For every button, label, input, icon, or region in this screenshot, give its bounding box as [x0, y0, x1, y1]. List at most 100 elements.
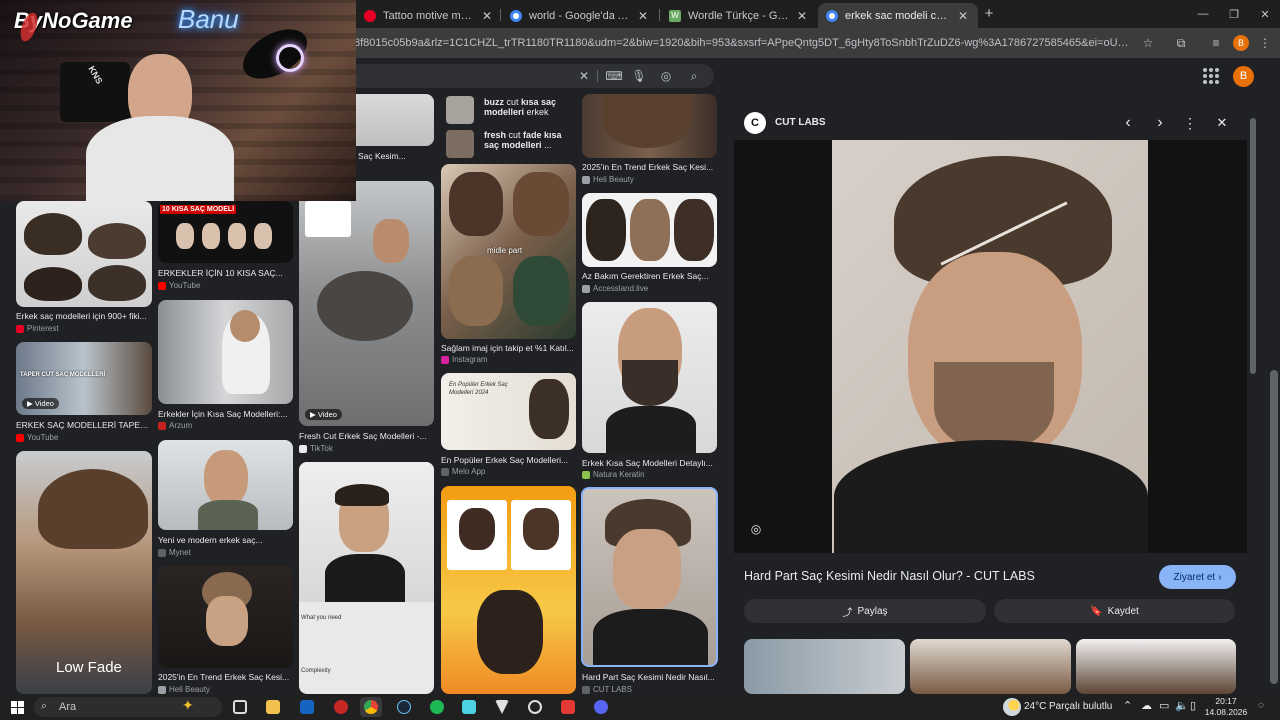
result-source[interactable]: Pinterest	[16, 324, 59, 333]
result-image-card[interactable]: midle part	[441, 164, 576, 339]
restore-icon[interactable]: ❐	[1219, 4, 1249, 24]
result-image-card[interactable]: En Popüler Erkek Saç Modelleri 2024	[441, 373, 576, 450]
search-box[interactable]: ✕ ⌨ 🎙 ◎ ⌕	[354, 64, 714, 88]
preview-image[interactable]: ◎	[734, 140, 1247, 553]
tab-search-icon[interactable]: ≡	[1205, 32, 1227, 54]
notification-icon[interactable]: ◌	[1258, 700, 1270, 712]
result-source[interactable]: Melo App	[441, 467, 485, 476]
result-image-card[interactable]	[16, 201, 152, 307]
tab-wordle[interactable]: W Wordle Türkçe - Günlük Kelime ✕	[661, 3, 817, 28]
volume-icon[interactable]: 🔈	[1175, 699, 1189, 712]
obs-icon[interactable]	[524, 697, 546, 717]
cloud-icon[interactable]: ☁	[1141, 699, 1152, 712]
weather-icon[interactable]	[1003, 698, 1021, 716]
panel-scrollbar[interactable]	[1250, 104, 1256, 684]
result-title[interactable]: En Popüler Erkek Saç Modelleri...	[441, 455, 576, 465]
related-image[interactable]	[744, 639, 905, 694]
microphone-icon[interactable]: 🎙	[631, 68, 647, 84]
menu-kebab-icon[interactable]: ⋮	[1254, 32, 1276, 54]
file-explorer-icon[interactable]	[262, 697, 284, 717]
result-source[interactable]: Mynet	[158, 548, 191, 557]
tab-erkek-sac[interactable]: erkek sac modeli cut - Google'da ✕	[818, 3, 978, 28]
more-options-icon[interactable]: ⋮	[1180, 112, 1200, 134]
result-source[interactable]: Natura Keratin	[582, 470, 645, 479]
result-image-card[interactable]	[158, 566, 293, 668]
chrome-icon[interactable]	[360, 697, 382, 717]
bookmark-star-icon[interactable]: ☆	[1137, 32, 1159, 54]
lens-search-icon[interactable]: ◎	[748, 522, 764, 538]
result-title[interactable]: Erkek Kısa Saç Modelleri Detaylı...	[582, 458, 717, 468]
tab-pinterest[interactable]: Tattoo motive männer panosundaki ✕	[356, 3, 502, 28]
result-title[interactable]: Yeni ve modern erkek saç...	[158, 535, 293, 545]
panel-title[interactable]: Hard Part Saç Kesimi Nedir Nasıl Olur? -…	[744, 569, 1144, 583]
result-source[interactable]: YouTube	[158, 281, 200, 290]
opera-icon[interactable]	[330, 697, 352, 717]
result-source[interactable]: YouTube	[16, 433, 58, 442]
result-image-card[interactable]: What you need Complexity	[299, 462, 434, 694]
result-image-card[interactable]: TAPER CUT SAÇ MODELLERİ ▶ Video	[16, 342, 152, 415]
result-image-card[interactable]: 10 KISA SAÇ MODELİ	[158, 201, 293, 263]
clear-search-icon[interactable]: ✕	[576, 68, 592, 84]
related-search-fresh[interactable]: fresh cut fade kısa saç modelleri ...	[484, 130, 576, 150]
result-source[interactable]: Heli Beauty	[582, 175, 634, 184]
google-account-avatar[interactable]: B	[1233, 66, 1254, 87]
address-bar[interactable]: 8f8015c05b9a&rlz=1C1CHZL_trTR1180TR1180&…	[354, 31, 1132, 55]
network-icon[interactable]: ▭	[1159, 699, 1169, 712]
new-tab-icon[interactable]: +	[982, 5, 996, 23]
recorder-icon[interactable]	[557, 697, 579, 717]
result-title[interactable]: Saç Kesim...	[358, 151, 434, 161]
result-image-card[interactable]	[582, 94, 717, 158]
result-title[interactable]: Erkek saç modelleri için 900+ fiki...	[16, 311, 152, 321]
outlook-icon[interactable]	[296, 697, 318, 717]
related-image[interactable]	[1076, 639, 1236, 694]
share-button[interactable]: ⤴ Paylaş	[744, 599, 986, 623]
extensions-icon[interactable]: ⧉	[1170, 32, 1192, 54]
close-tab-icon[interactable]: ✕	[956, 9, 970, 23]
save-button[interactable]: 🔖 Kaydet	[994, 599, 1235, 623]
result-title[interactable]: Fresh Cut Erkek Saç Modelleri -...	[299, 431, 434, 441]
related-image[interactable]	[910, 639, 1071, 694]
panel-site-name[interactable]: CUT LABS	[775, 117, 826, 128]
result-source[interactable]: CUT LABS	[582, 685, 632, 694]
result-image-card[interactable]	[441, 486, 576, 694]
weather-temp[interactable]: 24°C	[1024, 701, 1046, 712]
search-icon[interactable]: ⌕	[686, 68, 702, 84]
close-panel-icon[interactable]: ✕	[1212, 112, 1232, 134]
chevron-left-icon[interactable]: ‹	[1118, 112, 1138, 134]
tray-chevron-icon[interactable]: ⌃	[1123, 699, 1132, 712]
result-image-card[interactable]	[158, 300, 293, 404]
result-image-card[interactable]: Low Fade	[16, 451, 152, 694]
result-image-card[interactable]: ▶ Video	[299, 181, 434, 426]
visit-button[interactable]: Ziyaret et ›	[1159, 565, 1236, 589]
result-title[interactable]: Sağlam imaj için takip et %1 Katıl...	[441, 343, 576, 353]
result-source[interactable]: TikTok	[299, 444, 333, 453]
related-search-buzz[interactable]: buzz cut kısa saç modelleri erkek	[484, 97, 576, 117]
result-source[interactable]: Instagram	[441, 355, 488, 364]
result-image-card-selected[interactable]	[581, 487, 718, 667]
result-title[interactable]: 2025'in En Trend Erkek Saç Kesi...	[582, 162, 717, 172]
taskbar-search-box[interactable]: ⌕ Ara ✦	[34, 697, 222, 717]
taskbar-time[interactable]: 20:17	[1204, 696, 1248, 706]
result-title[interactable]: Hard Part Saç Kesimi Nedir Nasıl...	[582, 672, 717, 682]
close-window-icon[interactable]: ✕	[1250, 4, 1280, 24]
lens-icon[interactable]: ◎	[658, 68, 674, 84]
chevron-right-icon[interactable]: ›	[1150, 112, 1170, 134]
result-image-card[interactable]	[582, 193, 717, 267]
result-title[interactable]: Erkekler İçin Kısa Saç Modelleri:...	[158, 409, 293, 419]
profile-avatar[interactable]: B	[1233, 35, 1249, 51]
keyboard-icon[interactable]: ⌨	[605, 68, 622, 84]
spotify-icon[interactable]	[426, 697, 448, 717]
result-source[interactable]: Accessland.live	[582, 284, 648, 293]
task-view-icon[interactable]	[229, 697, 251, 717]
result-source[interactable]: Arzum	[158, 421, 192, 430]
discord-icon[interactable]	[590, 697, 612, 717]
result-source[interactable]: Heli Beauty	[158, 685, 210, 694]
weather-desc[interactable]: Parçalı bulutlu	[1049, 701, 1112, 712]
tab-world-search[interactable]: world - Google'da Ara ✕	[502, 3, 658, 28]
taskbar-date[interactable]: 14.08.2026	[1204, 707, 1248, 717]
windows-start-icon[interactable]	[6, 697, 28, 717]
close-tab-icon[interactable]: ✕	[480, 9, 494, 23]
close-tab-icon[interactable]: ✕	[795, 9, 809, 23]
result-title[interactable]: 2025'in En Trend Erkek Saç Kesi...	[158, 672, 293, 682]
result-image-card[interactable]	[582, 302, 717, 453]
